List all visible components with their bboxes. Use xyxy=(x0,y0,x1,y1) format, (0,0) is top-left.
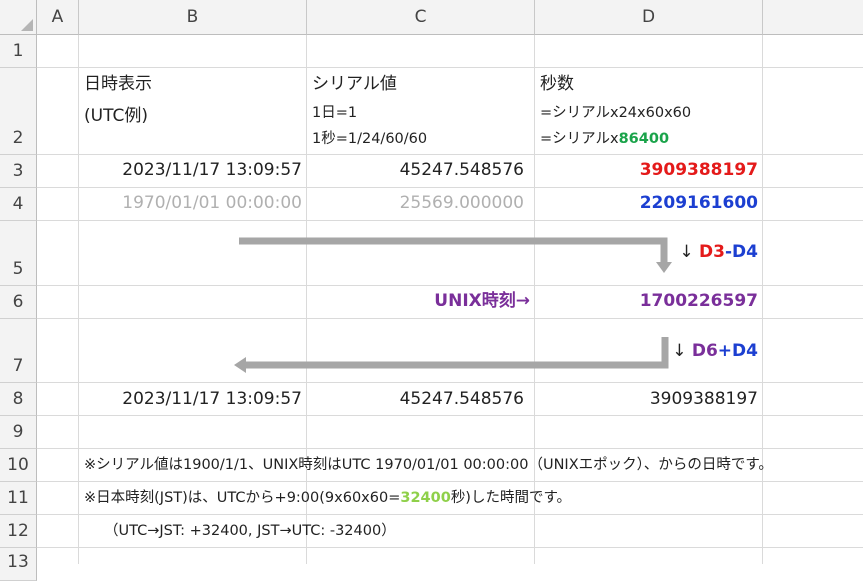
arrow-d6-to-b8[interactable] xyxy=(234,337,669,373)
arrow-shapes xyxy=(234,237,672,373)
spreadsheet: A B C D 1 2 3 4 5 6 7 8 9 10 11 12 13 日時… xyxy=(0,0,863,581)
arrow-d3-to-d6[interactable] xyxy=(239,237,672,273)
